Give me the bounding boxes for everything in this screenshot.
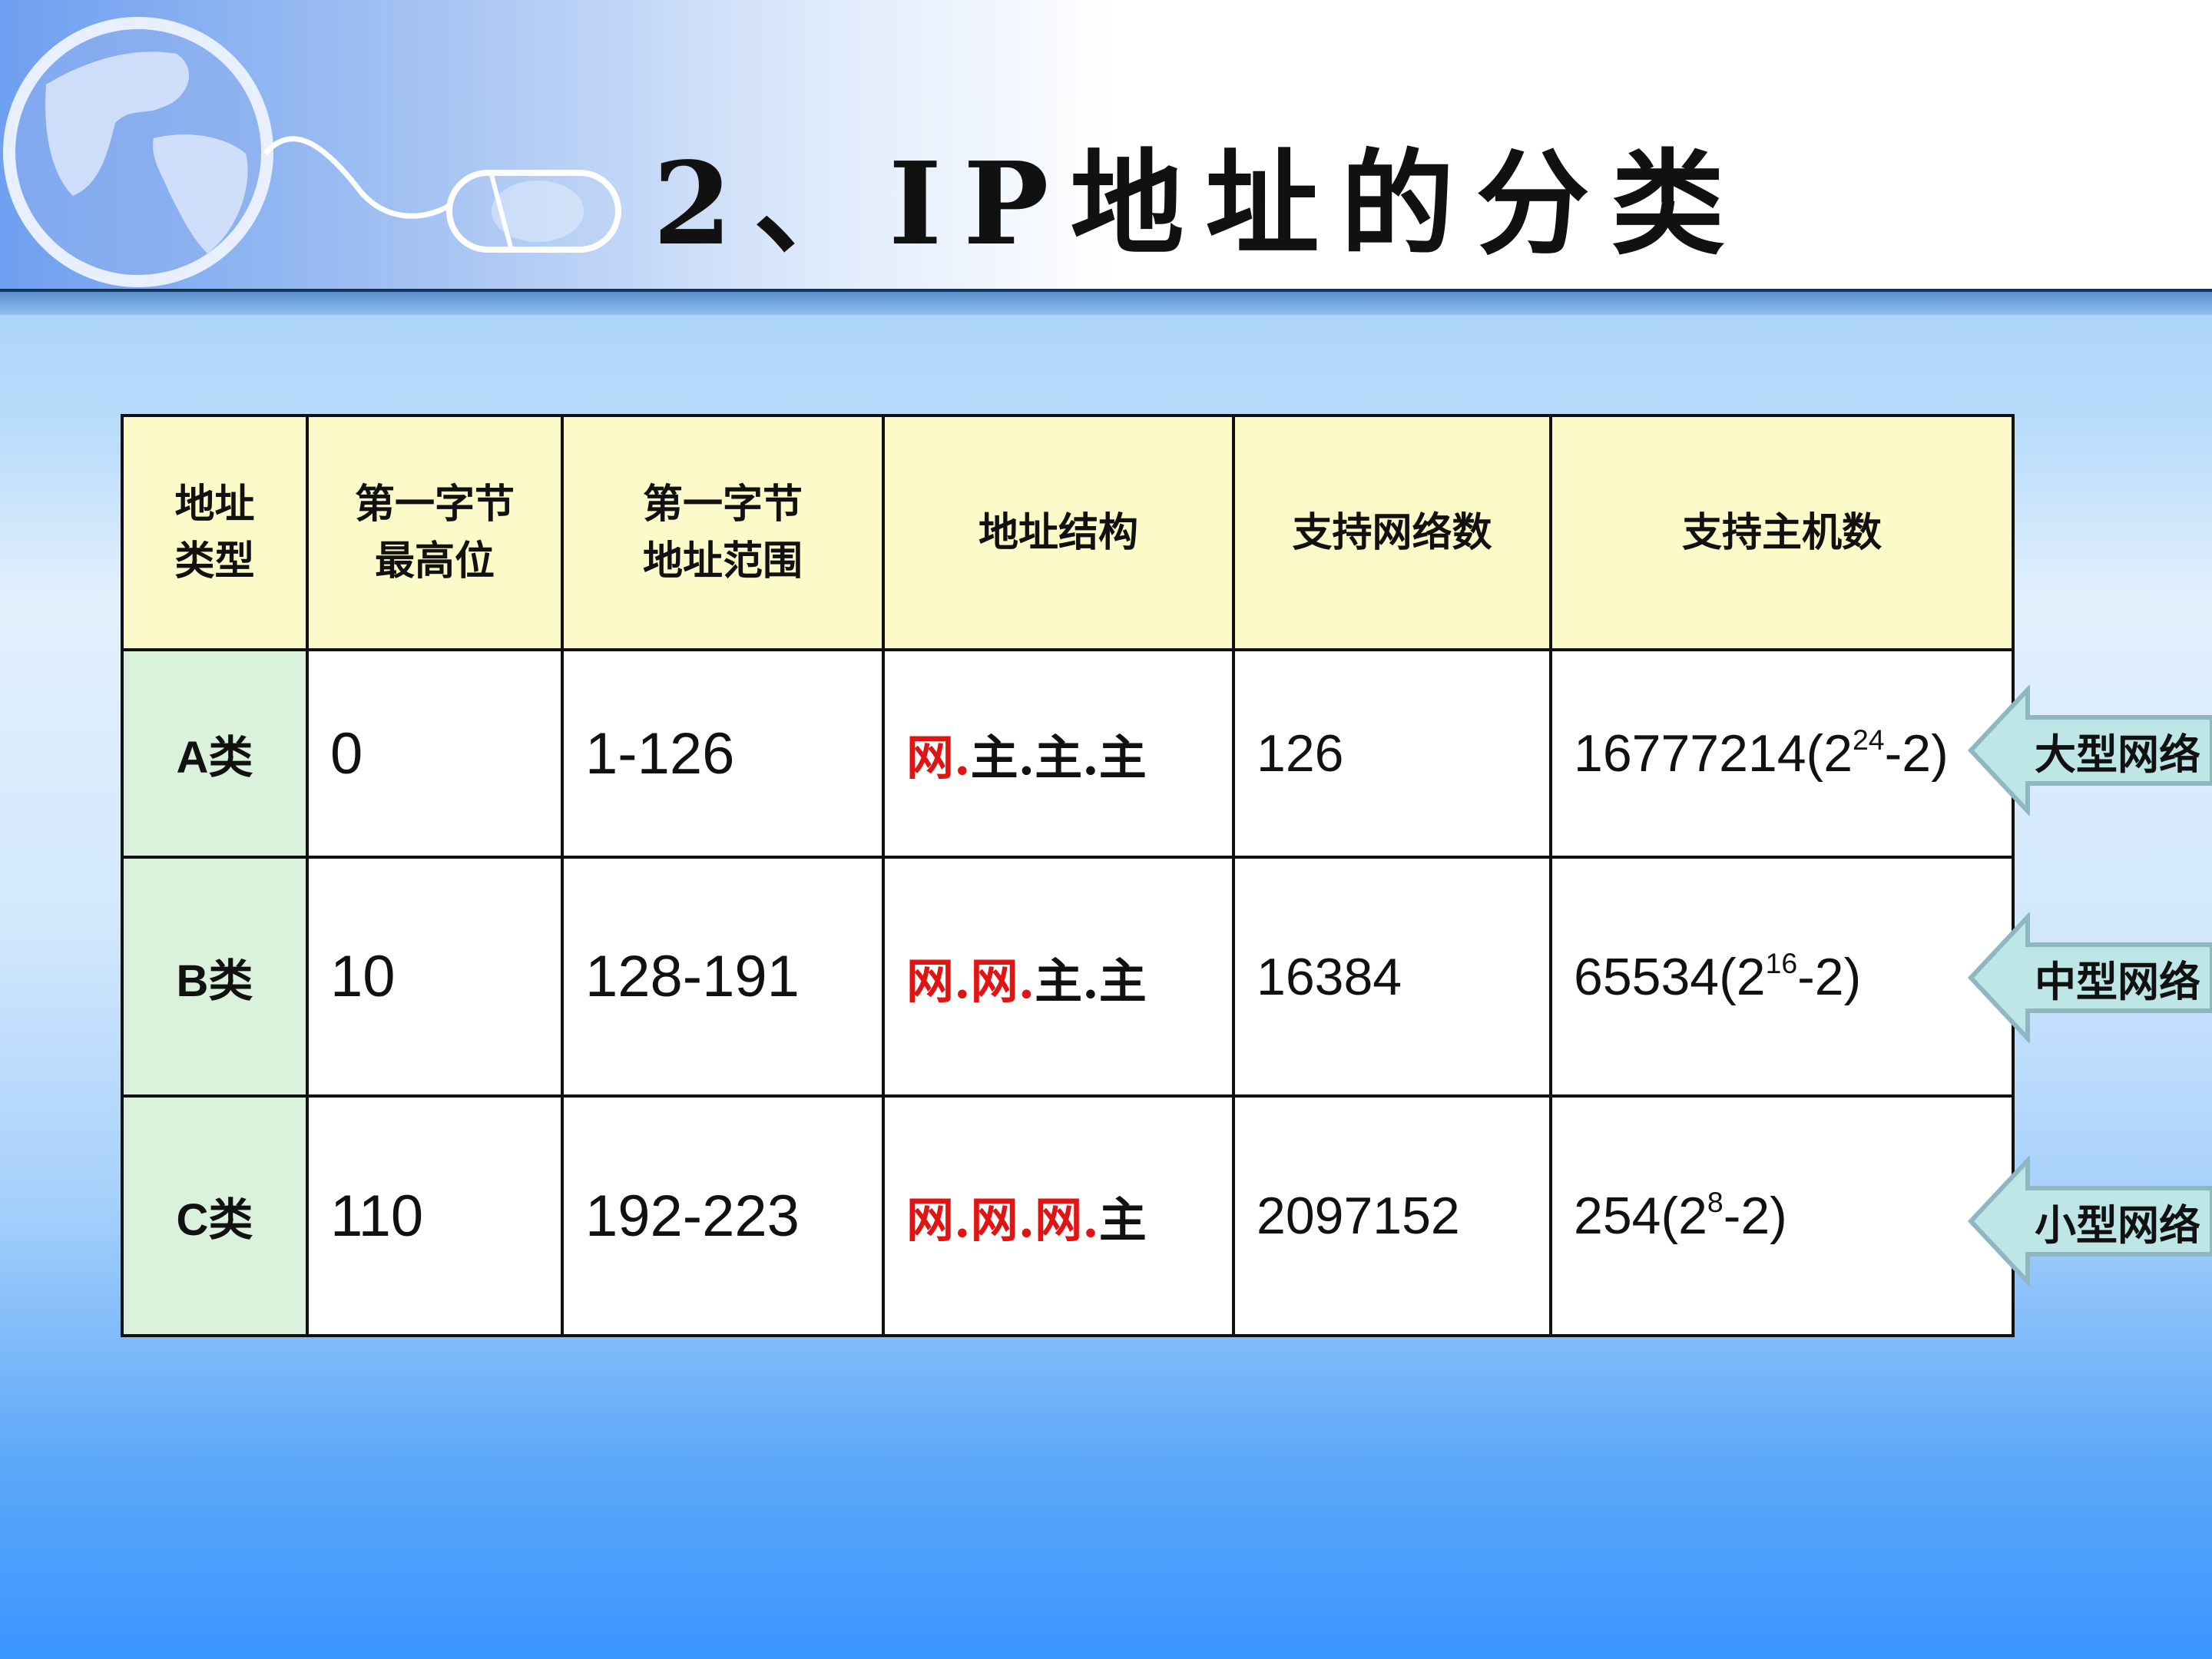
network-count: 16384	[1232, 856, 1552, 1098]
globe-icon	[3, 17, 273, 287]
globe-mouse-decoration	[3, 17, 621, 287]
callout-label: 大型网络	[2035, 729, 2200, 779]
class-label: B类	[121, 856, 309, 1098]
table-row-class-c: C类 110 192-223 网.网.网.主 2097152 254(28-2)	[121, 1094, 2015, 1337]
header-first-byte-high-bits: 第一字节 最高位	[306, 414, 564, 651]
network-part: 网.网.	[906, 952, 1035, 1009]
address-structure: 网.网.主.主	[882, 856, 1235, 1098]
ip-class-table: 地址 类型 第一字节 最高位 第一字节 地址范围 地址结构 支持网络数 支持主机数 A…	[121, 414, 2015, 1337]
callout-label: 中型网络	[2035, 956, 2200, 1006]
host-count: 16777214(224-2)	[1549, 648, 2015, 859]
first-byte-range: 1-126	[561, 648, 885, 859]
table-row-class-a: A类 0 1-126 网.主.主.主 126 16777214(224-2)	[121, 648, 2015, 859]
high-bits: 10	[306, 856, 564, 1098]
header-address-type: 地址 类型	[121, 414, 309, 651]
network-part: 网.	[906, 730, 971, 786]
table-row-class-b: B类 10 128-191 网.网.主.主 16384 65534(216-2)	[121, 856, 2015, 1098]
header-address-structure: 地址结构	[882, 414, 1235, 651]
host-count: 65534(216-2)	[1549, 856, 2015, 1098]
first-byte-range: 192-223	[561, 1094, 885, 1337]
class-label: C类	[121, 1094, 309, 1337]
callout-small-network: 小型网络	[1968, 1156, 2212, 1286]
header-network-count: 支持网络数	[1232, 414, 1552, 651]
callout-medium-network: 中型网络	[1968, 912, 2212, 1043]
class-label: A类	[121, 648, 309, 859]
high-bits: 110	[306, 1094, 564, 1337]
network-count: 126	[1232, 648, 1552, 859]
address-structure: 网.主.主.主	[882, 648, 1235, 859]
network-part: 网.网.网.	[906, 1192, 1099, 1248]
header-host-count: 支持主机数	[1549, 414, 2015, 651]
network-count: 2097152	[1232, 1094, 1552, 1337]
high-bits: 0	[306, 648, 564, 859]
header-first-byte-range: 第一字节 地址范围	[561, 414, 885, 651]
computer-mouse-icon	[446, 170, 621, 253]
callout-large-network: 大型网络	[1968, 685, 2212, 816]
address-structure: 网.网.网.主	[882, 1094, 1235, 1337]
table-header-row: 地址 类型 第一字节 最高位 第一字节 地址范围 地址结构 支持网络数 支持主机数	[121, 414, 2015, 651]
first-byte-range: 128-191	[561, 856, 885, 1098]
callout-label: 小型网络	[2035, 1200, 2200, 1250]
host-count: 254(28-2)	[1549, 1094, 2015, 1337]
host-part: 主.主	[1035, 952, 1147, 1009]
host-part: 主.主.主	[970, 730, 1147, 786]
host-part: 主	[1098, 1192, 1147, 1248]
slide-title: 2、IP地址的分类	[653, 137, 1747, 270]
slide: 2、IP地址的分类 地址 类型 第一字节 最高位 第一字节 地址范围 地址结构 支持网…	[0, 0, 2212, 1659]
